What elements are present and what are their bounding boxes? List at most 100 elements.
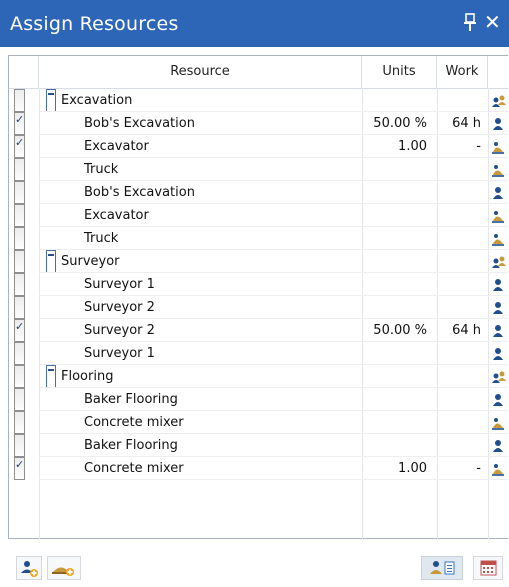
row-checkbox[interactable] (14, 250, 25, 273)
units-cell[interactable] (367, 89, 427, 112)
person-icon (492, 323, 504, 337)
row-checkbox[interactable] (14, 453, 25, 480)
work-cell[interactable] (441, 434, 481, 457)
resource-name: Baker Flooring (84, 392, 178, 407)
table-row[interactable]: Bob's Excavation (9, 181, 508, 204)
group-icon (492, 369, 506, 383)
group-icon (492, 254, 506, 268)
row-checkbox[interactable] (14, 273, 25, 296)
row-checkbox[interactable] (14, 131, 25, 158)
table-row[interactable]: Truck (9, 158, 508, 181)
work-cell[interactable]: 64 h (441, 112, 481, 135)
work-cell[interactable] (441, 296, 481, 319)
add-material-resource-button[interactable] (47, 556, 81, 580)
table-row[interactable]: Baker Flooring (9, 434, 508, 457)
resource-name: Excavator (84, 139, 149, 154)
units-cell[interactable] (367, 296, 427, 319)
row-checkbox[interactable] (14, 365, 25, 388)
add-person-resource-button[interactable] (16, 556, 42, 580)
row-checkbox[interactable] (14, 315, 25, 342)
material-icon (492, 208, 504, 223)
resource-name: Surveyor 2 (84, 300, 155, 315)
units-cell[interactable] (367, 365, 427, 388)
table-header: Resource Units Work (9, 56, 508, 89)
table-row[interactable]: Truck (9, 227, 508, 250)
table-row[interactable]: Surveyor 1 (9, 342, 508, 365)
units-cell[interactable]: 1.00 (367, 457, 427, 480)
work-cell[interactable]: - (441, 135, 481, 158)
row-checkbox[interactable] (14, 158, 25, 181)
units-cell[interactable] (367, 388, 427, 411)
material-icon (492, 162, 504, 177)
pin-icon[interactable] (463, 12, 477, 32)
work-cell[interactable] (441, 89, 481, 112)
add-person-resource-icon (21, 561, 38, 577)
units-cell[interactable] (367, 411, 427, 434)
units-cell[interactable] (367, 273, 427, 296)
work-cell[interactable] (441, 388, 481, 411)
header-work[interactable]: Work (437, 56, 488, 88)
work-cell[interactable]: 64 h (441, 319, 481, 342)
calendar-button[interactable] (473, 556, 503, 580)
units-cell[interactable]: 50.00 % (367, 112, 427, 135)
row-checkbox[interactable] (14, 181, 25, 204)
collapse-icon[interactable] (46, 250, 56, 273)
table-row[interactable]: Concrete mixer 1.00- (9, 453, 508, 480)
material-icon (492, 461, 504, 476)
units-cell[interactable] (367, 434, 427, 457)
work-cell[interactable] (441, 158, 481, 181)
assign-resources-panel: Assign Resources ✕ Resource Units Work E… (0, 0, 509, 587)
close-icon[interactable]: ✕ (484, 10, 501, 34)
work-cell[interactable] (441, 227, 481, 250)
table-row[interactable]: Surveyor 2 50.00 % 64 h (9, 315, 508, 342)
work-cell[interactable] (441, 411, 481, 434)
work-cell[interactable] (441, 273, 481, 296)
calendar-icon (480, 560, 497, 576)
table-row[interactable]: Excavator 1.00- (9, 131, 508, 158)
person-icon (492, 277, 504, 291)
table-row[interactable]: Surveyor 2 (9, 296, 508, 319)
group-row[interactable]: Excavation (9, 89, 508, 112)
row-checkbox[interactable] (14, 388, 25, 411)
units-cell[interactable] (367, 227, 427, 250)
work-cell[interactable]: - (441, 457, 481, 480)
work-cell[interactable] (441, 250, 481, 273)
resource-name: Bob's Excavation (84, 116, 195, 131)
collapse-icon[interactable] (46, 89, 56, 112)
row-checkbox[interactable] (14, 204, 25, 227)
resource-name: Concrete mixer (84, 461, 184, 476)
header-type-col (488, 56, 508, 88)
units-cell[interactable]: 50.00 % (367, 319, 427, 342)
header-units[interactable]: Units (362, 56, 437, 88)
group-row[interactable]: Flooring (9, 365, 508, 388)
title-bar: Assign Resources ✕ (0, 0, 509, 47)
resource-name: Excavation (61, 93, 133, 108)
units-cell[interactable]: 1.00 (367, 135, 427, 158)
resource-list-button[interactable] (421, 556, 463, 580)
work-cell[interactable] (441, 181, 481, 204)
collapse-icon[interactable] (46, 365, 56, 388)
work-cell[interactable] (441, 342, 481, 365)
row-checkbox[interactable] (14, 342, 25, 365)
header-resource[interactable]: Resource (39, 56, 362, 88)
work-cell[interactable] (441, 204, 481, 227)
row-checkbox[interactable] (14, 411, 25, 434)
group-row[interactable]: Surveyor (9, 250, 508, 273)
units-cell[interactable] (367, 250, 427, 273)
person-icon (492, 300, 504, 314)
work-cell[interactable] (441, 365, 481, 388)
person-icon (492, 438, 504, 452)
units-cell[interactable] (367, 181, 427, 204)
table-row[interactable]: Bob's Excavation 50.00 % 64 h (9, 108, 508, 135)
units-cell[interactable] (367, 204, 427, 227)
table-row[interactable]: Concrete mixer (9, 411, 508, 434)
table-row[interactable]: Excavator (9, 204, 508, 227)
person-icon (492, 116, 504, 130)
units-cell[interactable] (367, 342, 427, 365)
resource-table: Resource Units Work ExcavationBob's Exca… (8, 55, 508, 539)
units-cell[interactable] (367, 158, 427, 181)
row-checkbox[interactable] (14, 227, 25, 250)
table-row[interactable]: Baker Flooring (9, 388, 508, 411)
table-row[interactable]: Surveyor 1 (9, 273, 508, 296)
resource-name: Surveyor (61, 254, 120, 269)
